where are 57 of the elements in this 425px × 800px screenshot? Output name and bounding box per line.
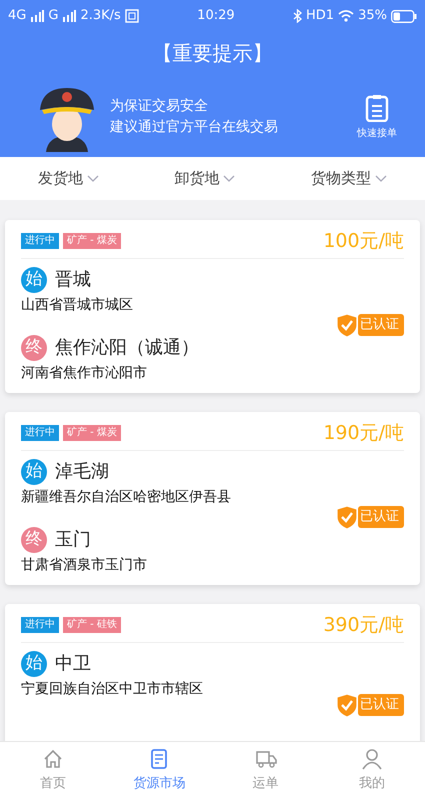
chevron-down-icon	[86, 174, 99, 182]
origin-city: 淖毛湖	[55, 460, 109, 484]
status-tag: 进行中	[21, 425, 59, 441]
network-label: 4G	[8, 7, 26, 26]
status-tag: 进行中	[21, 617, 59, 633]
signal-icon	[30, 10, 44, 22]
sim-icon	[124, 9, 139, 23]
bluetooth-icon	[293, 9, 302, 23]
origin-city: 中卫	[55, 652, 91, 676]
address-text: 河南省焦作市沁阳市	[21, 364, 148, 383]
clock: 10:29	[197, 7, 235, 26]
truck-icon	[254, 748, 277, 770]
quick-order-button[interactable]: 快速接单	[357, 94, 397, 140]
battery-percent: 35%	[358, 7, 387, 26]
destination-city: 焦作沁阳（诚通）	[55, 336, 199, 360]
network-label: HD1	[306, 7, 334, 26]
tab-item[interactable]: 货源市场	[106, 747, 212, 795]
network-label: G	[48, 7, 58, 26]
clipboard-icon	[365, 94, 389, 122]
address-text: 山西省晋城市城区	[21, 296, 134, 315]
destination-city: 玉门	[55, 528, 91, 552]
destination-marker: 终	[21, 335, 47, 361]
price-text: 390元/吨	[323, 614, 404, 636]
notice-text: 为保证交易安全	[110, 97, 209, 116]
network-speed: 2.3K/s	[80, 7, 121, 26]
status-tag: 进行中	[21, 233, 59, 249]
origin-marker: 始	[21, 459, 47, 485]
filter-dropdown[interactable]: 卸货地	[174, 167, 236, 190]
chevron-down-icon	[223, 174, 236, 182]
shield-check-icon	[336, 504, 358, 530]
origin-city: 晋城	[55, 268, 91, 292]
cargo-tag: 矿产 - 硅铁	[63, 617, 121, 633]
cargo-tag: 矿产 - 煤炭	[63, 425, 121, 441]
cargo-tag: 矿产 - 煤炭	[63, 233, 121, 249]
notice-text: 建议通过官方平台在线交易	[110, 118, 279, 137]
price-text: 190元/吨	[323, 422, 404, 444]
destination-marker: 终	[21, 527, 47, 553]
chevron-down-icon	[375, 174, 388, 182]
notice-title: 【重要提示】	[152, 40, 274, 67]
origin-marker: 始	[21, 651, 47, 677]
tab-item[interactable]: 我的	[318, 747, 425, 795]
battery-icon	[390, 10, 417, 22]
address-text: 宁夏回族自治区中卫市市辖区	[21, 680, 203, 699]
filter-dropdown[interactable]: 发货地	[38, 167, 99, 190]
shield-check-icon	[336, 692, 358, 718]
user-icon	[360, 748, 383, 770]
shield-check-icon	[336, 312, 358, 338]
address-text: 新疆维吾尔自治区哈密地区伊吾县	[21, 488, 231, 507]
origin-marker: 始	[21, 267, 47, 293]
filter-dropdown[interactable]: 货物类型	[311, 167, 388, 190]
address-text: 甘肃省酒泉市玉门市	[21, 556, 148, 575]
price-text: 100元/吨	[323, 230, 404, 252]
wifi-icon	[338, 10, 354, 22]
tab-item[interactable]: 首页	[0, 747, 106, 795]
tab-item[interactable]: 运单	[212, 747, 319, 795]
signal-icon	[62, 10, 76, 22]
home-icon	[42, 748, 64, 770]
